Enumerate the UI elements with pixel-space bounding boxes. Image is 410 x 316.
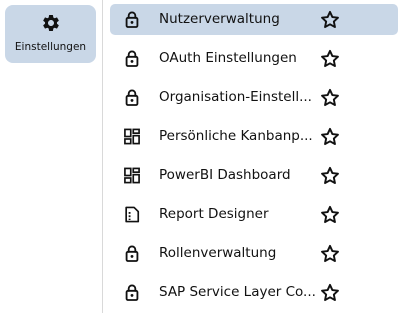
side-rail: Einstellungen	[0, 0, 102, 313]
document-icon	[122, 204, 142, 224]
menu-item[interactable]: Organisation-Einstell...	[110, 82, 398, 113]
menu-item[interactable]: SAP Service Layer Co...	[110, 277, 398, 308]
favorite-star-icon[interactable]	[319, 204, 341, 226]
settings-rail-button[interactable]: Einstellungen	[5, 5, 96, 63]
menu-item[interactable]: PowerBI Dashboard	[110, 160, 398, 191]
favorite-star-icon[interactable]	[319, 282, 341, 304]
menu-item[interactable]: Report Designer	[110, 199, 398, 230]
settings-menu: Nutzerverwaltung OAuth Einstellungen Organ…	[110, 4, 398, 316]
lock-icon	[122, 9, 142, 29]
favorite-star-icon[interactable]	[319, 243, 341, 265]
menu-item-label: SAP Service Layer Co...	[159, 284, 316, 300]
lock-icon	[122, 243, 142, 263]
favorite-star-icon[interactable]	[319, 87, 341, 109]
menu-item[interactable]: Rollenverwaltung	[110, 238, 398, 269]
menu-item-label: Persönliche Kanbanp...	[159, 128, 313, 144]
menu-item[interactable]: OAuth Einstellungen	[110, 43, 398, 74]
favorite-star-icon[interactable]	[319, 165, 341, 187]
gear-icon	[41, 13, 61, 33]
menu-item[interactable]: Persönliche Kanbanp...	[110, 121, 398, 152]
menu-item-label: Report Designer	[159, 206, 269, 222]
favorite-star-icon[interactable]	[319, 126, 341, 148]
menu-item-label: Nutzerverwaltung	[159, 11, 280, 27]
rail-divider	[102, 0, 103, 313]
dashboard-icon	[122, 165, 142, 185]
favorite-star-icon[interactable]	[319, 48, 341, 70]
menu-item-label: Organisation-Einstell...	[159, 89, 312, 105]
lock-icon	[122, 87, 142, 107]
lock-icon	[122, 282, 142, 302]
lock-icon	[122, 48, 142, 68]
menu-item-label: OAuth Einstellungen	[159, 50, 297, 66]
favorite-star-icon[interactable]	[319, 9, 341, 31]
settings-rail-label: Einstellungen	[14, 41, 87, 53]
menu-item-label: Rollenverwaltung	[159, 245, 277, 261]
menu-item[interactable]: Nutzerverwaltung	[110, 4, 398, 35]
menu-item-label: PowerBI Dashboard	[159, 167, 291, 183]
dashboard-icon	[122, 126, 142, 146]
